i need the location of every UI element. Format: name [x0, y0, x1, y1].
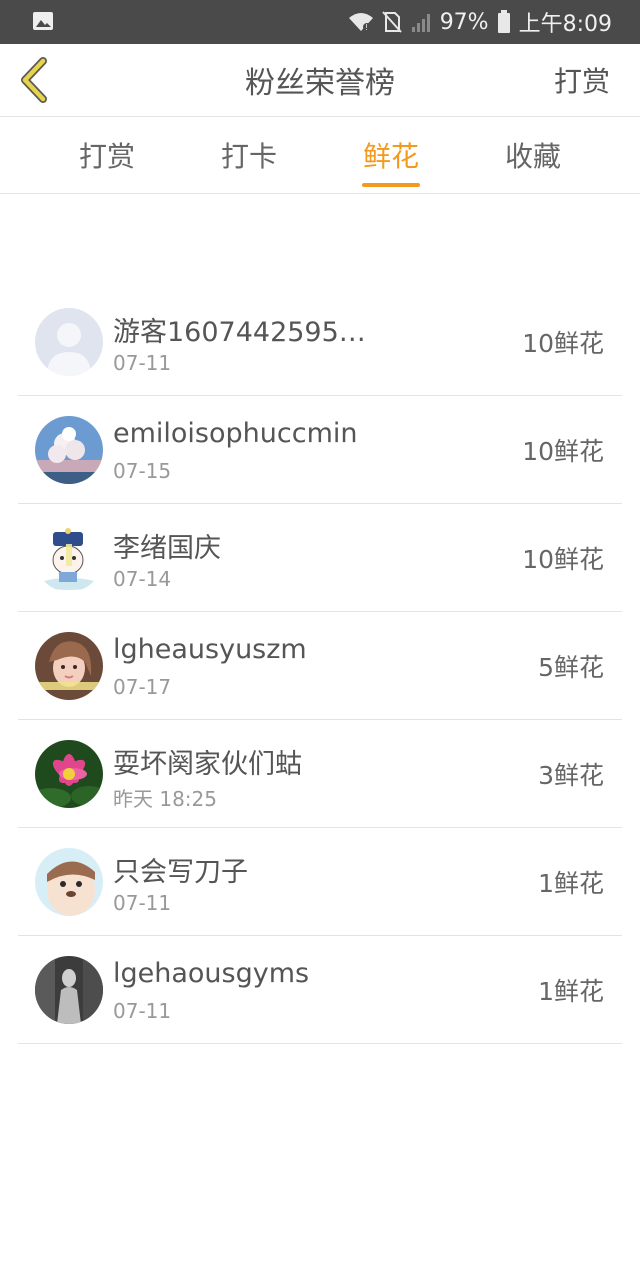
status-bar: ! 97% 上午8:09	[0, 0, 640, 44]
fan-name: 只会写刀子	[113, 857, 248, 888]
flower-count: 10鲜花	[522, 436, 604, 466]
fan-name: 耍坏阕家伙们蛄	[113, 749, 302, 780]
svg-text:!: !	[365, 23, 368, 32]
page-title: 粉丝荣誉榜	[245, 66, 395, 101]
fan-date: 07-11	[113, 351, 172, 375]
fan-name: emiloisophuccmin	[113, 418, 358, 449]
flower-count: 3鲜花	[538, 760, 604, 790]
fan-date: 07-11	[113, 891, 172, 915]
list-item[interactable]: emiloisophuccmin 07-15 10鲜花	[18, 396, 622, 504]
flower-count: 5鲜花	[538, 652, 604, 682]
tab-reward[interactable]: 打赏	[36, 117, 178, 193]
fan-name: lgehaousgyms	[113, 958, 310, 989]
tab-flowers-label: 鲜花	[362, 140, 419, 173]
image-icon	[33, 12, 53, 30]
tab-checkin[interactable]: 打卡	[178, 117, 320, 193]
battery-percent: 97%	[439, 9, 489, 35]
fan-date: 07-14	[113, 567, 172, 591]
list-item[interactable]: 只会写刀子 07-11 1鲜花	[18, 828, 622, 936]
cartoon-bear-avatar	[35, 848, 103, 916]
default-user-avatar	[35, 308, 103, 376]
fan-date: 07-15	[113, 459, 172, 483]
lotus-flower-avatar	[35, 740, 103, 808]
fan-name: 李绪国庆	[113, 533, 221, 564]
list-item[interactable]: 李绪国庆 07-14 10鲜花	[18, 504, 622, 612]
active-tab-indicator	[362, 183, 420, 187]
status-time: 上午8:09	[518, 12, 612, 37]
dark-figure-avatar	[35, 956, 103, 1024]
list-item[interactable]: lgheausyuszm 07-17 5鲜花	[18, 612, 622, 720]
battery-icon	[497, 10, 510, 33]
signal-icon	[411, 14, 430, 32]
wifi-icon: !	[348, 13, 373, 32]
tab-flowers[interactable]: 鲜花	[320, 117, 462, 193]
flower-count: 1鲜花	[538, 868, 604, 898]
list-item[interactable]: 耍坏阕家伙们蛄 昨天 18:25 3鲜花	[18, 720, 622, 828]
tab-bar: 打赏 打卡 鲜花 收藏	[0, 117, 640, 194]
tab-favorites[interactable]: 收藏	[462, 117, 604, 193]
list-item[interactable]: 游客1607442595… 07-11 10鲜花	[18, 288, 622, 396]
fan-name: lgheausyuszm	[113, 634, 307, 665]
fan-list: 游客1607442595… 07-11 10鲜花 emiloisophuccmi…	[18, 288, 622, 1044]
fan-name: 游客1607442595…	[113, 317, 366, 348]
header-bar: 粉丝荣誉榜 打赏	[0, 44, 640, 117]
list-item[interactable]: lgehaousgyms 07-11 1鲜花	[18, 936, 622, 1044]
flower-count: 10鲜花	[522, 328, 604, 358]
flower-count: 1鲜花	[538, 976, 604, 1006]
fan-date: 07-17	[113, 675, 172, 699]
flower-count: 10鲜花	[522, 544, 604, 574]
no-sim-icon	[381, 11, 402, 33]
fan-date: 昨天 18:25	[113, 787, 217, 811]
cartoon-character-avatar	[35, 524, 103, 592]
girl-photo-avatar	[35, 632, 103, 700]
cloud-sky-avatar	[35, 416, 103, 484]
fan-date: 07-11	[113, 999, 172, 1023]
status-indicators: ! 97% 上午8:09	[348, 0, 612, 44]
reward-button[interactable]: 打赏	[554, 44, 610, 116]
